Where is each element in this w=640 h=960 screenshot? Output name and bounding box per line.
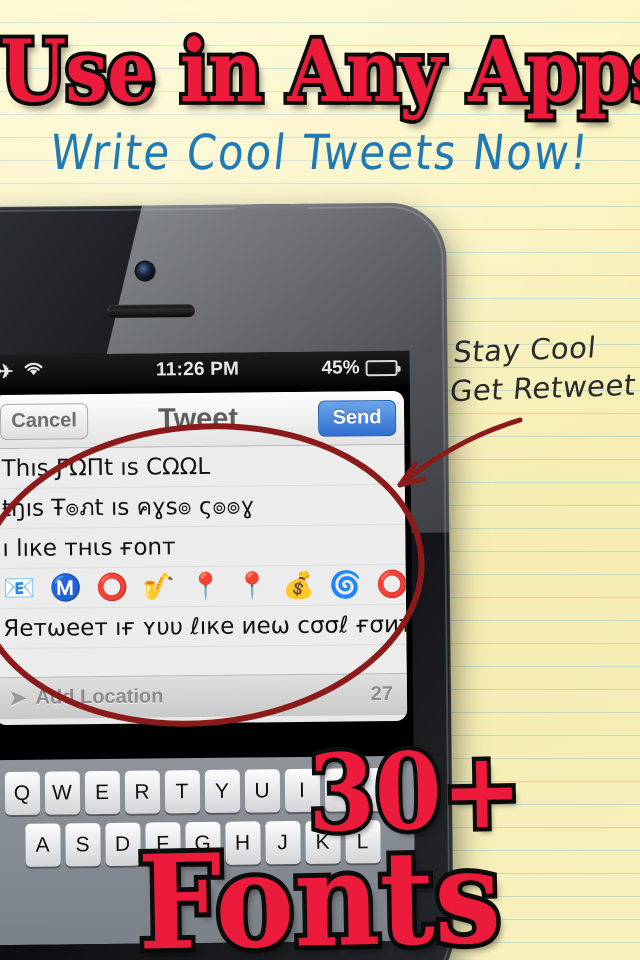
font-label-badge: Fonts [132,815,507,960]
character-count: 27 [370,682,394,706]
page-title: Use in Any Apps [0,21,640,122]
status-bar-left: ✈ [0,359,156,384]
send-button[interactable]: Send [317,399,397,437]
page-subtitle: Write Cool Tweets Now! [47,124,593,181]
battery-percent-label: 45% [321,357,360,379]
cancel-button[interactable]: Cancel [0,402,89,440]
compose-navbar: Cancel Tweet Send [0,390,405,450]
key-t[interactable]: T [164,770,200,814]
tweet-compose-sheet: Cancel Tweet Send Thıs ƑΩΠt ıs CΩΩL ŧɧıs… [0,390,408,726]
key-u[interactable]: U [244,769,280,813]
tweet-line-last: Яeтωeeт ıғ ʏυυ ℓıкe иeω cσσℓ ғσитѕ [0,604,407,650]
annotation-handwriting: Stay Cool Get Retweet [448,327,640,412]
location-arrow-icon: ➤ [8,686,27,711]
add-location-label: Add Location [35,685,164,709]
status-bar-clock: 11:26 PM [156,358,240,381]
key-d[interactable]: D [104,822,141,867]
power-button[interactable] [233,202,308,213]
tweet-line: Thıs ƑΩΠt ıs CΩΩL [0,444,405,490]
key-r[interactable]: R [124,770,160,814]
tweet-emoji-line: 📧 Ⓜ️ ⭕ 🎷 📍 📍 💰 🌀 ⭕ ⭕ 👌 [0,564,407,610]
key-a[interactable]: A [24,823,61,867]
battery-icon [365,359,398,377]
headline-container: Use in Any Apps [0,25,640,118]
tweet-line: ŧɧıs Ŧ๏ภt ıs คɣs๏ ς๏๏ɣ [0,484,406,530]
key-y[interactable]: Y [204,769,240,813]
key-e[interactable]: E [84,770,120,815]
tweet-line-text: Яeтωeeт ıғ ʏυυ ℓıкe иeω cσσℓ ғσитѕ [3,611,407,642]
annotation-line-2: Get Retweet [448,367,638,409]
key-q[interactable]: Q [4,771,40,816]
airplane-mode-icon: ✈ [0,361,14,383]
earpiece-speaker [106,304,196,318]
key-w[interactable]: W [44,771,80,815]
front-camera-icon [136,262,154,280]
tweet-text-area[interactable]: Thıs ƑΩΠt ıs CΩΩL ŧɧıs Ŧ๏ภt ıs คɣs๏ ς๏๏ɣ… [0,444,407,678]
status-bar: ✈ 11:26 PM 45% [0,350,410,390]
annotation-line-1: Stay Cool [451,330,598,370]
wifi-icon [22,361,44,383]
status-bar-right: 45% [239,357,398,381]
add-location-bar[interactable]: ➤ Add Location 27 [0,672,408,720]
tweet-line: ı lıкe тнιs ғonт [0,524,406,570]
key-s[interactable]: S [64,823,101,867]
